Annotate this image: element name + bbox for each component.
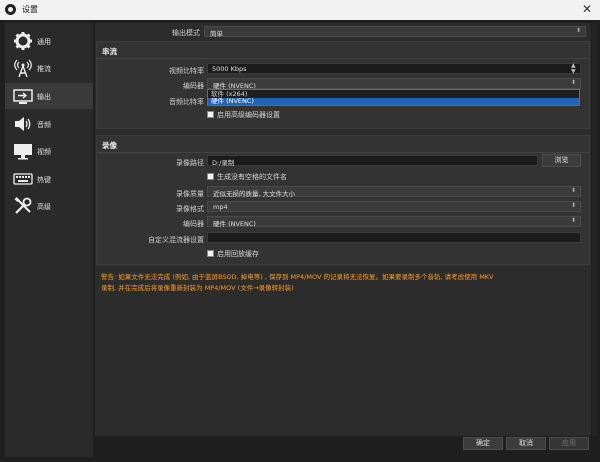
recording-encoder-value: 硬件 (NVENC) [213,220,256,228]
sidebar-item-advanced[interactable]: 高级 [5,193,93,219]
recording-format-label: 录像格式 [176,205,204,213]
sidebar-item-output[interactable]: 输出 [5,83,93,109]
sidebar-item-stream[interactable]: 推流 [5,55,93,81]
recording-quality-value: 近似无损的质量, 大文件大小 [213,190,296,198]
encoder-dropdown-list[interactable]: 软件 (x264) 硬件 (NVENC) [207,89,580,106]
no-space-filename-checkbox[interactable] [207,173,214,180]
updown-icon: ⬍ [570,217,576,224]
close-icon[interactable]: ✕ [582,2,592,16]
no-space-filename-label: 生成没有空格的文件名 [217,173,287,181]
recording-encoder-select[interactable]: 硬件 (NVENC) ⬍ [207,216,581,228]
cancel-button[interactable]: 取消 [506,437,546,450]
advanced-encoder-label: 启用高级编码器设置 [217,111,280,119]
stream-encoder-label: 编码器 [183,82,204,90]
browse-button[interactable]: 浏览 [542,154,581,167]
updown-icon: ⬍ [575,27,581,34]
window-title: 设置 [22,5,38,14]
speaker-icon [15,117,31,131]
warning-line-1: 警告: 如果文件无法完成 (例如, 由于蓝屏BSOD, 掉电等) , 保存到 M… [101,273,494,281]
ok-button[interactable]: 确定 [463,437,503,450]
tools-icon [14,197,32,214]
content-scrollbar[interactable] [592,23,597,436]
output-icon [13,89,33,104]
streaming-group-title: 串流 [102,47,117,56]
dropdown-option-nvenc[interactable]: 硬件 (NVENC) [208,98,579,105]
sidebar-item-hotkeys[interactable]: 热键 [5,166,93,192]
updown-icon: ⬍ [570,79,576,86]
recording-group-title: 录像 [102,141,117,150]
custom-muxer-input[interactable] [207,232,581,243]
updown-icon: ⬍ [570,202,576,209]
stream-encoder-select[interactable]: 硬件 (NVENC) ⬍ [207,78,581,90]
divider [97,58,589,59]
recording-path-input[interactable]: D:/录制 [207,155,538,167]
recording-path-label: 录像路径 [176,159,204,167]
chevron-down-icon[interactable]: ▼ [571,68,576,75]
sidebar-item-label: 热键 [37,176,51,184]
video-bitrate-label: 视频比特率 [169,67,204,75]
output-mode-value: 简单 [210,30,223,38]
settings-sidebar: 通用 推流 输出 音频 视频 热键 高级 [5,23,93,457]
recording-quality-label: 录像质量 [176,190,204,198]
warning-message: 警告: 如果文件无法完成 (例如, 由于蓝屏BSOD, 掉电等) , 保存到 M… [101,272,581,294]
monitor-icon [14,144,32,160]
video-bitrate-value: 5000 Kbps [212,65,247,73]
obs-logo-icon [5,4,16,15]
recording-encoder-label: 编码器 [183,220,204,228]
sidebar-item-label: 输出 [37,93,51,101]
recording-format-value: mp4 [213,203,228,211]
sidebar-item-general[interactable]: 通用 [5,28,93,54]
replay-buffer-checkbox[interactable] [207,250,214,257]
recording-path-value: D:/录制 [212,159,235,167]
gear-icon [14,32,32,50]
sidebar-item-audio[interactable]: 音频 [5,111,93,137]
sidebar-item-label: 高级 [37,203,51,211]
sidebar-item-video[interactable]: 视频 [5,138,93,164]
warning-line-2: 录制, 并在完成后将录像重新封装为 MP4/MOV (文件→录像转封装) [101,284,294,292]
apply-button[interactable]: 应用 [549,437,589,450]
output-mode-select[interactable]: 简单 ⬍ [204,26,586,38]
updown-icon: ⬍ [570,187,576,194]
sidebar-item-label: 视频 [37,148,51,156]
sidebar-item-label: 通用 [37,38,51,46]
broadcast-icon [14,59,32,78]
dropdown-option-x264[interactable]: 软件 (x264) [208,91,579,98]
divider [97,152,589,153]
bitrate-spinner[interactable]: ▲ ▼ [571,62,579,75]
keyboard-icon [13,173,33,185]
title-bar: 设置 ✕ [0,0,600,20]
video-bitrate-input[interactable]: 5000 Kbps [207,63,581,74]
sidebar-item-label: 音频 [37,121,51,129]
advanced-encoder-checkbox[interactable] [207,111,214,118]
audio-bitrate-label: 音频比特率 [169,98,204,106]
output-mode-label: 输出模式 [172,29,200,37]
replay-buffer-label: 启用回放缓存 [217,250,259,258]
custom-muxer-label: 自定义混流器设置 [148,236,204,244]
sidebar-item-label: 推流 [37,65,51,73]
recording-format-select[interactable]: mp4 ⬍ [207,201,581,212]
recording-quality-select[interactable]: 近似无损的质量, 大文件大小 ⬍ [207,186,581,198]
